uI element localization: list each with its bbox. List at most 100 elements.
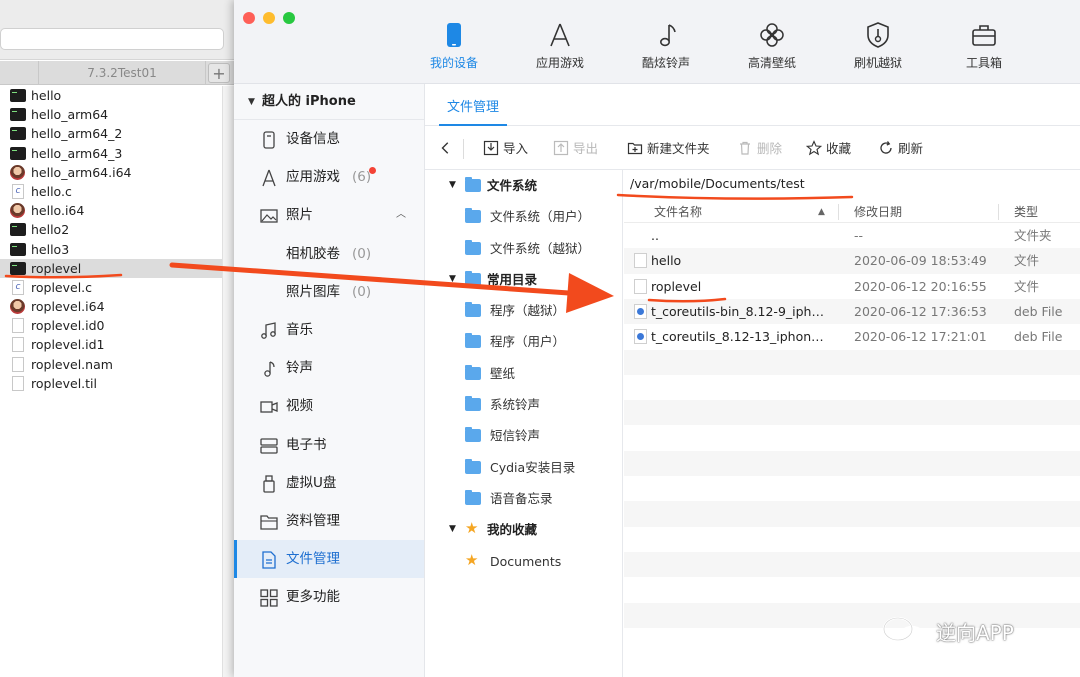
tree-item[interactable]: 系统铃声	[425, 389, 622, 420]
sidebar-item[interactable]: 音乐	[234, 311, 424, 349]
file-row[interactable]: hello 2020-06-09 18:53:49 文件	[624, 248, 1080, 274]
file-date: --	[854, 228, 864, 243]
finder-file-name: hello3	[31, 241, 70, 257]
tree-item-label: 程序（越狱）	[490, 303, 566, 319]
device-header[interactable]: ▼ 超人的 iPhone	[234, 84, 424, 120]
tab-file-management[interactable]: 文件管理	[447, 96, 499, 115]
sidebar-item-label: 视频	[286, 398, 313, 415]
sidebar-item[interactable]: 相机胶卷 (0)	[234, 235, 424, 273]
tree-item[interactable]: 短信铃声	[425, 420, 622, 451]
file-row[interactable]: .. -- 文件夹	[624, 223, 1080, 249]
app-icon	[262, 169, 276, 187]
finder-file-row[interactable]: roplevel.id1	[0, 335, 222, 354]
tree-section-header[interactable]: ▼ 文件系统	[425, 170, 622, 201]
sidebar-item[interactable]: 照片图库 (0)	[234, 273, 424, 311]
sidebar-item[interactable]: 更多功能	[234, 578, 424, 616]
nav-app-store[interactable]: 应用游戏	[515, 14, 605, 78]
nav-toolbox[interactable]: 工具箱	[939, 14, 1029, 78]
finder-file-row[interactable]: hello_arm64_2	[0, 124, 222, 143]
file-row[interactable]: t_coreutils_8.12-13_iphoneos-arm.deb 2020…	[624, 324, 1080, 350]
folder-tree: ▼ 文件系统 文件系统（用户） 文件系统（越狱） ▼ 常用目录程序（越狱） 程序（用户） 壁纸…	[425, 170, 623, 677]
zoom-window-button[interactable]	[283, 12, 295, 24]
minimize-window-button[interactable]	[263, 12, 275, 24]
star-icon: ★	[465, 519, 479, 538]
nav-flower[interactable]: 高清壁纸	[727, 14, 817, 78]
finder-file-name: roplevel.til	[31, 375, 97, 391]
finder-file-row[interactable]: roplevel.id0	[0, 316, 222, 335]
nav-shield[interactable]: 刷机越狱	[833, 14, 923, 78]
column-divider[interactable]	[998, 204, 999, 220]
finder-file-row[interactable]: roplevel	[0, 258, 222, 278]
favorite-button[interactable]: 收藏	[806, 127, 851, 170]
tree-item[interactable]: 语音备忘录	[425, 483, 622, 514]
file-row[interactable]: t_coreutils-bin_8.12-9_iphoneos-arm.deb 2…	[624, 298, 1080, 325]
folder-icon	[465, 489, 481, 505]
content-tab-bar: 文件管理	[425, 84, 1080, 126]
file-pane: /var/mobile/Documents/test 文件名称 ▲ 修改日期 类…	[624, 170, 1080, 677]
tree-item[interactable]: ★ Documents	[425, 546, 622, 577]
sidebar-item[interactable]: 文件管理	[234, 540, 424, 579]
finder-file-row[interactable]: hello_arm64.i64	[0, 163, 222, 182]
nav-phone[interactable]: 我的设备	[409, 14, 499, 78]
sidebar-item-count: (0)	[352, 283, 372, 300]
refresh-button[interactable]: 刷新	[878, 127, 923, 170]
sidebar-item[interactable]: 视频	[234, 387, 424, 425]
column-divider[interactable]	[838, 204, 839, 220]
nav-label: 我的设备	[429, 56, 478, 70]
finder-file-row[interactable]: hello3	[0, 240, 222, 259]
file-row[interactable]: roplevel 2020-06-12 20:16:55 文件	[624, 273, 1080, 299]
column-name[interactable]: 文件名称	[654, 201, 702, 223]
folder-icon	[465, 427, 481, 443]
export-button[interactable]: 导出	[553, 127, 598, 170]
tree-item[interactable]: 壁纸	[425, 358, 622, 389]
finder-file-name: roplevel	[31, 260, 82, 276]
column-type[interactable]: 类型	[1014, 201, 1038, 223]
finder-file-row[interactable]: hello_arm64_3	[0, 144, 222, 163]
notification-dot	[369, 167, 376, 175]
refresh-label: 刷新	[898, 141, 924, 156]
finder-file-row[interactable]: hello2	[0, 220, 222, 239]
finder-file-row[interactable]: hello_arm64	[0, 105, 222, 124]
finder-file-row[interactable]: roplevel.til	[0, 374, 222, 393]
close-window-button[interactable]	[243, 12, 255, 24]
finder-file-name: hello_arm64	[31, 107, 109, 123]
tree-item[interactable]: 文件系统（用户）	[425, 201, 622, 232]
sidebar-item[interactable]: 虚拟U盘	[234, 464, 424, 502]
sidebar-item[interactable]: 设备信息	[234, 120, 424, 158]
add-tab-button[interactable]: +	[208, 63, 230, 83]
finder-file-row[interactable]: hello	[0, 86, 222, 105]
chevron-up-icon[interactable]: ︿	[396, 196, 406, 234]
tree-section-header[interactable]: ▼ 常用目录	[425, 264, 622, 295]
folder-icon	[465, 270, 481, 286]
nav-label: 刷机越狱	[853, 56, 902, 70]
sidebar-item[interactable]: 资料管理	[234, 502, 424, 540]
sort-chevron-up-icon[interactable]: ▲	[818, 201, 825, 223]
finder-file-row[interactable]: hello.i64	[0, 201, 222, 220]
import-button[interactable]: 导入	[483, 127, 528, 170]
music-note-icon	[660, 24, 676, 47]
finder-tab[interactable]: 7.3.2Test01	[38, 61, 206, 85]
tree-item[interactable]: 程序（越狱）	[425, 295, 622, 326]
finder-file-row[interactable]: c hello.c	[0, 182, 222, 201]
column-date[interactable]: 修改日期	[854, 201, 902, 223]
finder-search-field[interactable]	[0, 28, 224, 50]
delete-button[interactable]: 删除	[737, 127, 782, 170]
sidebar-item[interactable]: 应用游戏 (6)	[234, 158, 424, 196]
new-folder-button[interactable]: 新建文件夹	[627, 127, 710, 170]
sidebar-item[interactable]: 电子书	[234, 426, 424, 464]
tree-item-label: 文件系统（越狱）	[490, 240, 591, 256]
sidebar-item[interactable]: 铃声	[234, 349, 424, 387]
tree-item[interactable]: 文件系统（越狱）	[425, 233, 622, 264]
finder-file-row[interactable]: roplevel.nam	[0, 355, 222, 374]
phone-icon	[447, 23, 461, 47]
tree-item[interactable]: 程序（用户）	[425, 326, 622, 357]
finder-file-row[interactable]: c roplevel.c	[0, 278, 222, 297]
sidebar-item[interactable]: 照片 ︿	[234, 196, 424, 234]
tree-item[interactable]: Cydia安装目录	[425, 452, 622, 483]
back-button[interactable]	[439, 127, 457, 170]
path-display: /var/mobile/Documents/test	[630, 176, 805, 191]
terminal-exec-icon	[10, 146, 26, 160]
finder-file-row[interactable]: roplevel.i64	[0, 297, 222, 316]
nav-music-note[interactable]: 酷炫铃声	[621, 14, 711, 78]
tree-section-header[interactable]: ▼ ★ 我的收藏	[425, 514, 622, 545]
